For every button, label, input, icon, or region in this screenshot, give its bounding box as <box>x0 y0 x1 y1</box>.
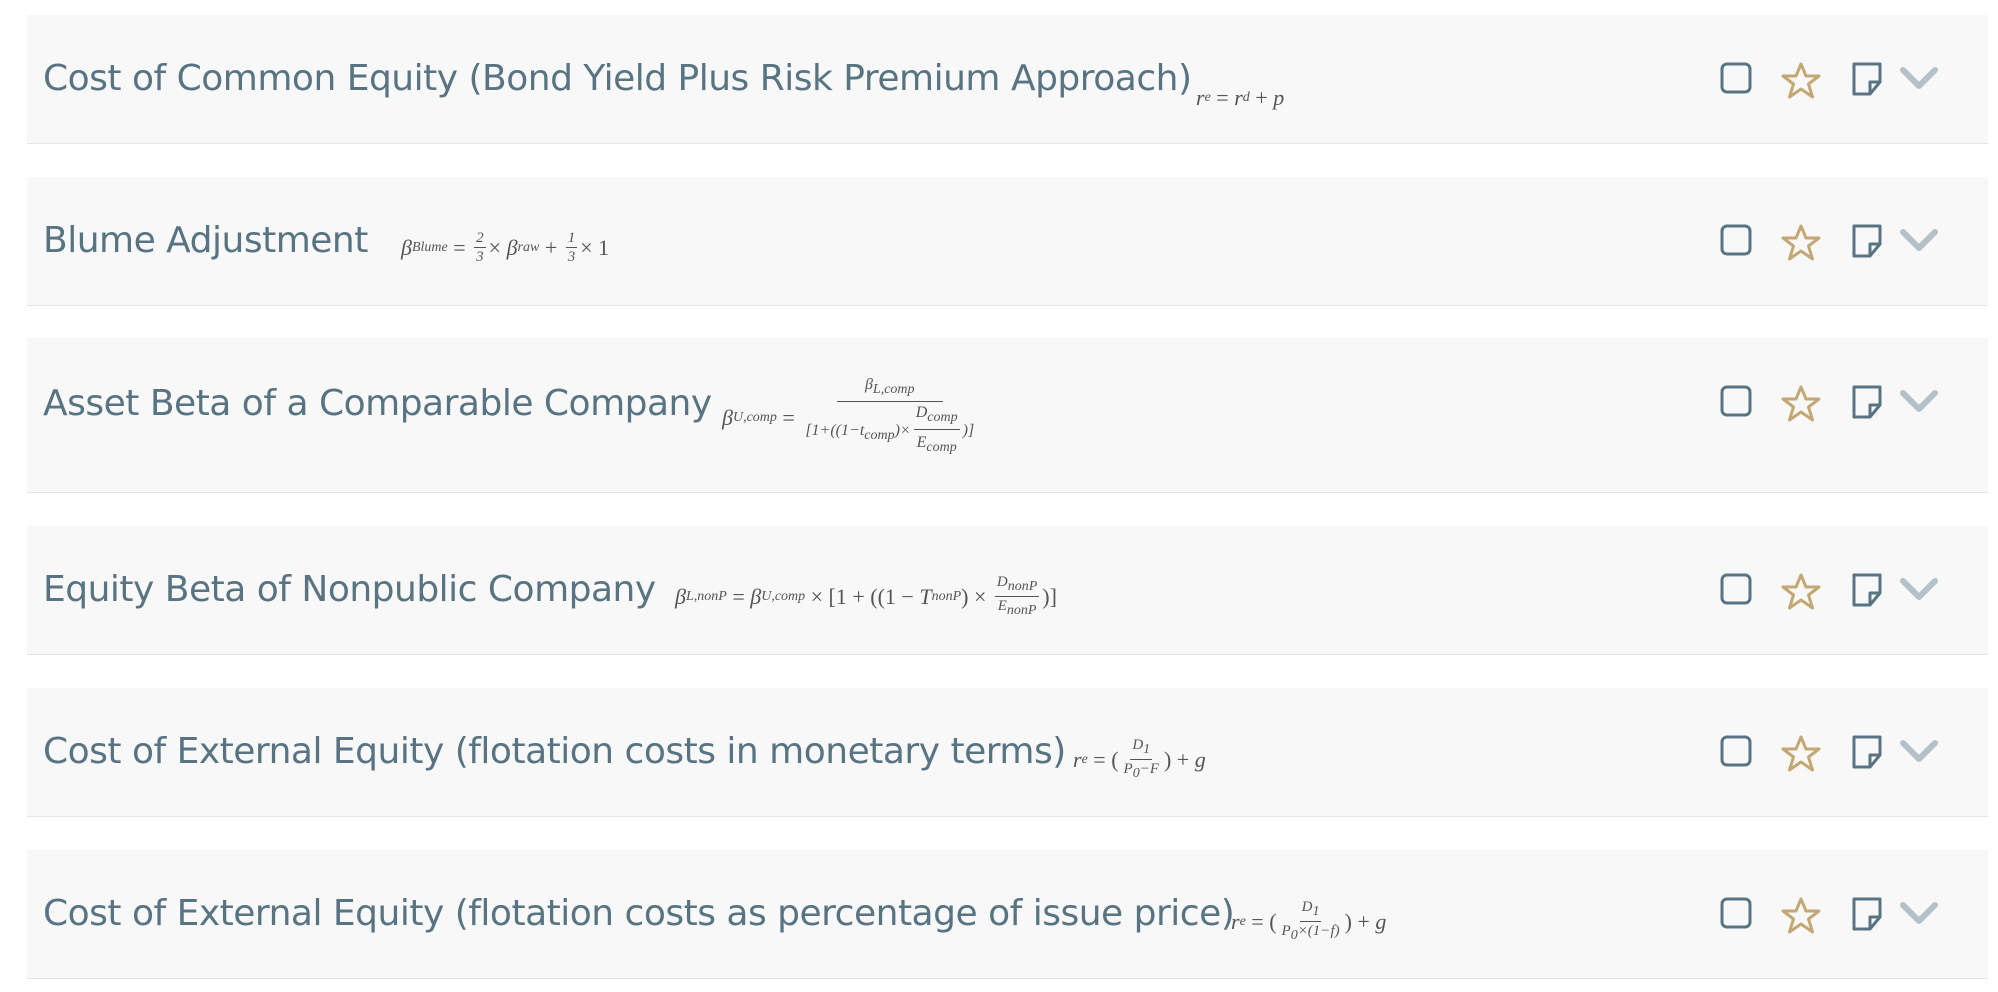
star-icon[interactable] <box>1781 61 1821 101</box>
star-icon[interactable] <box>1781 572 1821 612</box>
star-icon[interactable] <box>1781 384 1821 424</box>
note-icon[interactable] <box>1849 734 1885 770</box>
note-icon[interactable] <box>1849 384 1885 420</box>
chevron-down-icon[interactable] <box>1899 223 1939 257</box>
formula-card[interactable]: Equity Beta of Nonpublic Company β L,nonP… <box>27 526 1988 655</box>
checkbox-icon[interactable] <box>1719 223 1753 257</box>
formula-card[interactable]: Cost of External Equity (flotation costs… <box>27 688 1988 817</box>
checkbox-icon[interactable] <box>1719 896 1753 930</box>
chevron-down-icon[interactable] <box>1899 384 1939 418</box>
checkbox-icon[interactable] <box>1719 572 1753 606</box>
formula-title: Cost of Common Equity (Bond Yield Plus R… <box>43 58 1192 99</box>
formula-title: Cost of External Equity (flotation costs… <box>43 731 1066 772</box>
formula-card[interactable]: Cost of External Equity (flotation costs… <box>27 850 1988 979</box>
star-icon[interactable] <box>1781 734 1821 774</box>
checkbox-icon[interactable] <box>1719 734 1753 768</box>
star-icon[interactable] <box>1781 896 1821 936</box>
star-icon[interactable] <box>1781 223 1821 263</box>
formula-expression: re = ( D1 P0−F) + g <box>1073 737 1206 781</box>
formula-title: Cost of External Equity (flotation costs… <box>43 893 1235 934</box>
note-icon[interactable] <box>1849 223 1885 259</box>
chevron-down-icon[interactable] <box>1899 572 1939 606</box>
formula-card[interactable]: Blume Adjustment β Blume = 23 × β raw + 13… <box>27 177 1988 306</box>
formula-expression: re = rd + p <box>1196 85 1285 110</box>
chevron-down-icon[interactable] <box>1899 896 1939 930</box>
formula-expression: β Blume = 23 × β raw + 13 × 1 <box>401 230 610 265</box>
note-icon[interactable] <box>1849 572 1885 608</box>
formula-title: Asset Beta of a Comparable Company <box>43 383 712 424</box>
note-icon[interactable] <box>1849 896 1885 932</box>
formula-expression: re = ( D1 P0×(1−f)) + g <box>1231 899 1387 943</box>
chevron-down-icon[interactable] <box>1899 61 1939 95</box>
formula-expression: β L,nonP = β U,comp × [1 + ((1 − TnonP) × … <box>675 574 1057 618</box>
checkbox-icon[interactable] <box>1719 384 1753 418</box>
formula-card[interactable]: Asset Beta of a Comparable Company β U,co… <box>27 338 1988 493</box>
formula-title: Blume Adjustment <box>43 220 368 261</box>
formula-expression: β U,comp = βL,comp [1+((1−tcomp)× Dcomp Eco… <box>722 376 975 455</box>
chevron-down-icon[interactable] <box>1899 734 1939 768</box>
checkbox-icon[interactable] <box>1719 61 1753 95</box>
formula-card[interactable]: Cost of Common Equity (Bond Yield Plus R… <box>27 15 1988 144</box>
formula-title: Equity Beta of Nonpublic Company <box>43 569 656 610</box>
note-icon[interactable] <box>1849 61 1885 97</box>
